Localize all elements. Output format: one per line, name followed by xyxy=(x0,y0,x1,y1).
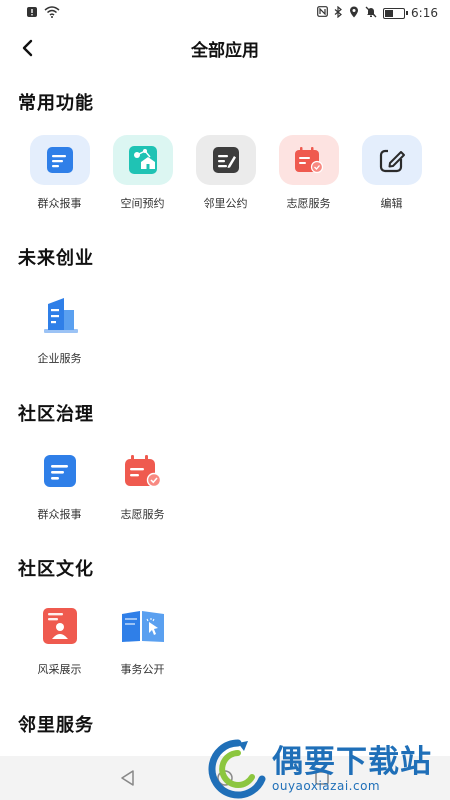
enterprise-icon xyxy=(30,290,90,340)
app-volunteer[interactable]: 志愿服务 xyxy=(101,446,184,522)
app-volunteer[interactable]: 志愿服务 xyxy=(267,135,350,211)
app-label: 志愿服务 xyxy=(120,508,165,521)
watermark-cn: 偶要下载站 xyxy=(272,744,432,780)
mute-icon xyxy=(365,6,377,21)
notification-icon xyxy=(26,6,38,21)
watermark-en: ouyaoxiazai.com xyxy=(272,779,381,793)
app-label: 空间预约 xyxy=(120,197,165,210)
nfc-icon xyxy=(317,6,328,20)
status-bar: 6:16 xyxy=(0,0,450,26)
app-convention[interactable]: 邻里公约 xyxy=(184,135,267,211)
status-right: 6:16 xyxy=(317,5,438,21)
affairs-icon xyxy=(113,601,173,651)
app-label: 群众报事 xyxy=(37,197,82,210)
app-label: 志愿服务 xyxy=(286,197,331,210)
report-icon xyxy=(30,446,90,496)
section-title-startup: 未来创业 xyxy=(16,244,98,273)
app-report[interactable]: 群众报事 xyxy=(18,135,101,211)
common-functions-grid: 群众报事 空间预约 邻里公约 志愿服务 编辑 xyxy=(18,135,438,211)
convention-icon xyxy=(195,135,256,185)
volunteer-icon xyxy=(113,446,173,496)
app-label: 邻里公约 xyxy=(203,197,248,210)
app-label: 事务公开 xyxy=(120,663,165,676)
app-space-booking[interactable]: 空间预约 xyxy=(101,135,184,211)
location-icon xyxy=(349,6,359,21)
showcase-icon xyxy=(30,601,90,651)
section-title-culture: 社区文化 xyxy=(16,555,98,584)
app-label: 风采展示 xyxy=(37,663,82,676)
back-triangle-icon xyxy=(121,770,135,786)
volunteer-icon xyxy=(278,135,339,185)
section-title-common: 常用功能 xyxy=(16,89,98,118)
status-left xyxy=(26,5,60,21)
bluetooth-icon xyxy=(334,5,343,21)
app-affairs[interactable]: 事务公开 xyxy=(101,601,184,677)
chevron-left-icon xyxy=(22,39,33,57)
app-enterprise[interactable]: 企业服务 xyxy=(18,290,101,366)
watermark-text: 偶要下载站 ouyaoxiazai.com xyxy=(272,745,432,793)
header-bar: 全部应用 xyxy=(0,28,450,68)
nav-back-button[interactable] xyxy=(114,764,142,792)
edit-icon xyxy=(361,135,422,185)
app-edit[interactable]: 编辑 xyxy=(350,135,433,211)
app-label: 企业服务 xyxy=(37,352,82,365)
app-showcase[interactable]: 风采展示 xyxy=(18,601,101,677)
app-report[interactable]: 群众报事 xyxy=(18,446,101,522)
back-button[interactable] xyxy=(14,34,42,62)
report-icon xyxy=(29,135,90,185)
space-booking-icon xyxy=(112,135,173,185)
battery-fill xyxy=(385,9,394,17)
watermark-logo-icon xyxy=(208,739,266,799)
wifi-icon xyxy=(44,5,60,21)
app-label: 编辑 xyxy=(380,197,403,210)
startup-grid: 企业服务 xyxy=(18,290,438,366)
watermark: 偶要下载站 ouyaoxiazai.com xyxy=(208,738,450,800)
governance-grid: 群众报事 志愿服务 xyxy=(18,446,438,522)
battery-icon xyxy=(383,7,409,19)
status-time: 6:16 xyxy=(411,6,438,20)
section-title-governance: 社区治理 xyxy=(16,400,98,429)
app-label: 群众报事 xyxy=(37,508,82,521)
page-title: 全部应用 xyxy=(191,40,259,61)
section-title-neighborhood: 邻里服务 xyxy=(16,711,98,740)
culture-grid: 风采展示 事务公开 xyxy=(18,601,438,677)
